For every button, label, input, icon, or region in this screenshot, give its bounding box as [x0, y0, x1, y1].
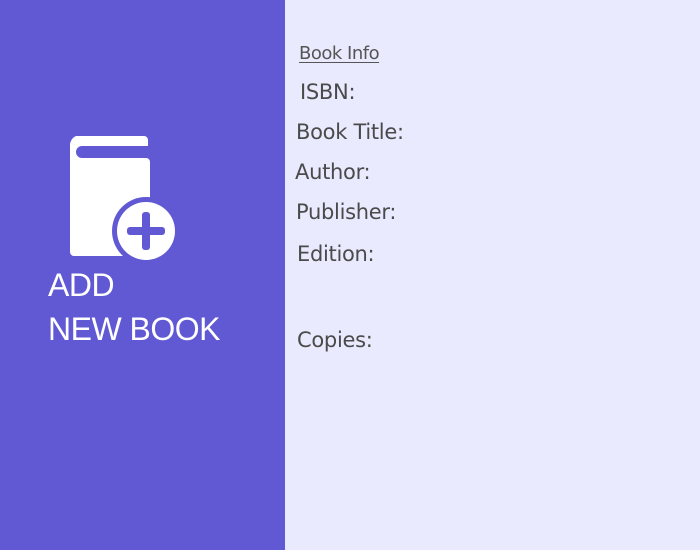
publisher-label: Publisher: — [296, 200, 397, 224]
page-title: ADD NEW BOOK — [48, 264, 221, 352]
sidebar-panel: ADD NEW BOOK — [0, 0, 285, 550]
book-title-label: Book Title: — [296, 120, 404, 144]
isbn-label: ISBN: — [300, 80, 356, 104]
copies-label: Copies: — [297, 328, 373, 352]
page-title-line-1: ADD — [48, 267, 115, 303]
page-title-line-2: NEW BOOK — [48, 311, 221, 347]
book-add-icon — [69, 136, 180, 264]
edition-label: Edition: — [297, 242, 375, 266]
add-book-screen: ADD NEW BOOK Book Info ISBN: Book Title:… — [0, 0, 700, 550]
author-label: Author: — [295, 160, 371, 184]
section-heading-book-info[interactable]: Book Info — [299, 43, 380, 64]
book-info-form: Book Info ISBN: Book Title: Author: Publ… — [285, 0, 700, 550]
